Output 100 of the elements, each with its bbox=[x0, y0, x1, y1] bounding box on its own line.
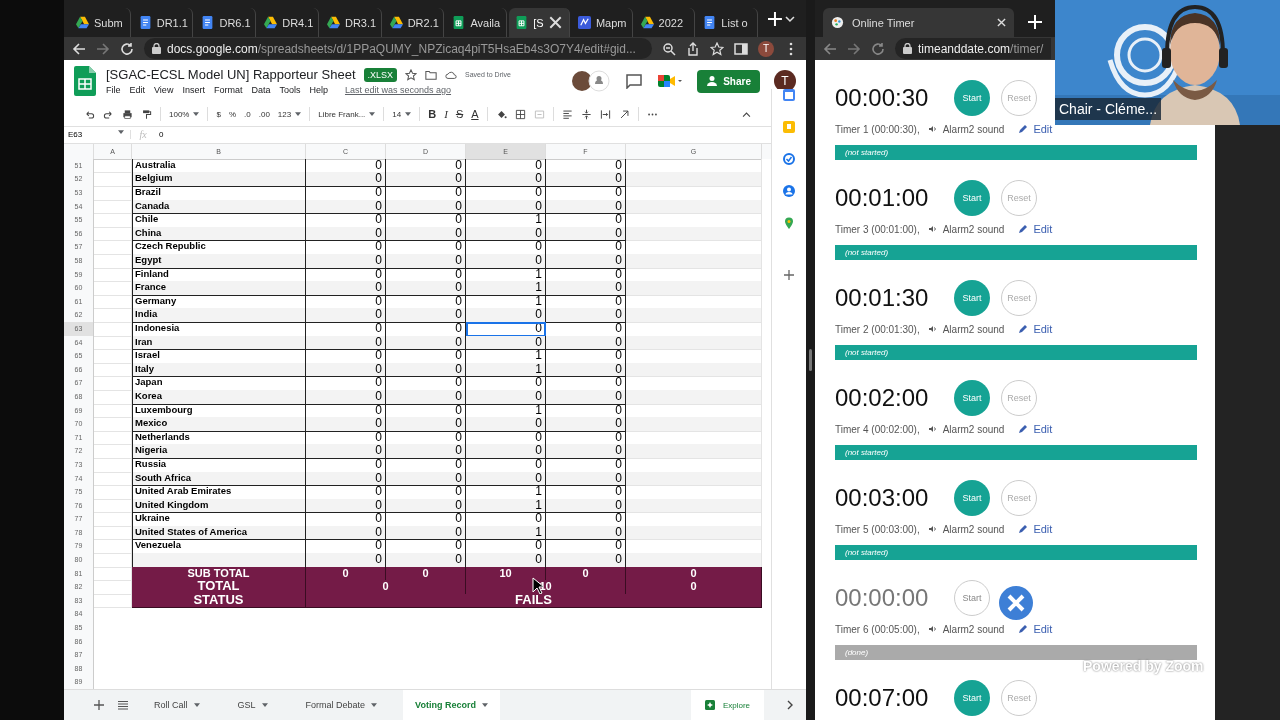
address-bar[interactable]: timeanddate.com/timer/ bbox=[895, 38, 1051, 59]
table-cell: Iran bbox=[132, 335, 306, 351]
table-cell: Egypt bbox=[132, 254, 306, 269]
menu-item[interactable]: View bbox=[154, 85, 174, 95]
add-icon[interactable] bbox=[783, 269, 795, 281]
video-call-icon[interactable] bbox=[657, 73, 684, 89]
name-box[interactable]: E63 bbox=[64, 130, 131, 140]
tab-title: List o bbox=[721, 16, 748, 29]
table-cell: 0 bbox=[546, 281, 626, 296]
share-button[interactable]: Share bbox=[697, 69, 760, 93]
chevron-right-icon[interactable] bbox=[786, 700, 794, 710]
menu-item[interactable]: Tools bbox=[279, 85, 301, 95]
last-edit-link[interactable]: Last edit was seconds ago bbox=[344, 85, 452, 95]
sheet-tab[interactable]: Roll Call bbox=[142, 690, 212, 720]
star-icon[interactable] bbox=[405, 68, 418, 81]
toolbar-dropdown[interactable]: 100% bbox=[169, 109, 200, 119]
toolbar-dropdown[interactable]: 14 bbox=[392, 109, 412, 119]
table-cell: 0 bbox=[546, 498, 626, 514]
borders-icon[interactable] bbox=[514, 108, 526, 120]
forward-icon[interactable] bbox=[96, 41, 110, 56]
contacts-icon[interactable] bbox=[783, 185, 795, 197]
table-cell: 1 bbox=[466, 525, 546, 541]
spreadsheet-icon bbox=[452, 16, 466, 29]
add-sheet-icon[interactable] bbox=[94, 700, 104, 710]
vertical-align-icon[interactable] bbox=[580, 108, 592, 120]
table-cell bbox=[94, 376, 132, 391]
table-cell: 0 bbox=[546, 525, 626, 541]
collaborators-icon[interactable] bbox=[571, 70, 612, 92]
bold-button[interactable]: B bbox=[428, 108, 437, 120]
calendar-icon[interactable] bbox=[783, 89, 795, 101]
edit-link[interactable]: Edit bbox=[1033, 423, 1053, 435]
zoom-icon[interactable] bbox=[662, 41, 676, 56]
address-bar[interactable]: docs.google.com/spreadsheets/d/1PPaQUMY_NPZicaq4piT5HsaEb4s3O7Y4/edit#gid... bbox=[144, 38, 652, 59]
toolbar-dropdown[interactable]: .00 bbox=[258, 109, 270, 119]
close-icon[interactable] bbox=[548, 16, 562, 29]
sheet-list-icon[interactable] bbox=[118, 700, 128, 710]
menu-item[interactable]: File bbox=[106, 85, 121, 95]
new-tab-icon[interactable] bbox=[1028, 15, 1042, 29]
tasks-icon[interactable] bbox=[783, 153, 795, 165]
edit-link[interactable]: Edit bbox=[1033, 223, 1053, 235]
fill-color-icon[interactable] bbox=[495, 108, 507, 120]
formula-field[interactable]: 0 bbox=[155, 130, 164, 140]
start-button[interactable]: Start bbox=[954, 580, 990, 616]
table-cell: 0 bbox=[546, 308, 626, 323]
menu-item[interactable]: Help bbox=[309, 85, 328, 95]
profile-avatar[interactable]: T bbox=[758, 40, 774, 57]
toolbar-dropdown[interactable]: % bbox=[228, 109, 237, 119]
menu-item[interactable]: Edit bbox=[129, 85, 146, 95]
toolbar-dropdown[interactable]: 123 bbox=[277, 109, 302, 119]
edit-link[interactable]: Edit bbox=[1033, 323, 1053, 335]
timer-name: Timer 3 (00:01:00), bbox=[835, 223, 920, 235]
paint-format-icon[interactable] bbox=[141, 108, 152, 120]
folder-icon[interactable] bbox=[425, 68, 438, 81]
document-title[interactable]: [SGAC-ECSL Model UN] Rapporteur Sheet bbox=[106, 67, 356, 82]
new-tab-icon[interactable] bbox=[768, 11, 782, 26]
sound-label: Alarm2 sound bbox=[942, 423, 1005, 435]
caret-icon bbox=[118, 130, 124, 135]
edit-link[interactable]: Edit bbox=[1033, 123, 1053, 135]
table-cell: 0 bbox=[386, 199, 466, 215]
comment-icon[interactable] bbox=[625, 73, 644, 89]
menu-item[interactable]: Data bbox=[251, 85, 271, 95]
forward-icon[interactable] bbox=[847, 41, 861, 56]
drive-icon bbox=[76, 16, 89, 29]
caret-icon bbox=[193, 703, 200, 707]
toolbar-dropdown[interactable]: $ bbox=[216, 109, 221, 119]
align-icon[interactable] bbox=[561, 108, 573, 120]
text-rotate-icon[interactable] bbox=[618, 108, 630, 120]
merge-cells-icon[interactable] bbox=[533, 108, 545, 120]
sheet-tab[interactable]: GSL bbox=[225, 690, 280, 720]
sheets-logo-icon[interactable] bbox=[74, 66, 96, 96]
speaker-icon bbox=[928, 425, 937, 433]
toolbar-dropdown[interactable]: .0 bbox=[244, 109, 251, 119]
map-pin-icon[interactable] bbox=[783, 217, 795, 229]
text-wrap-icon[interactable] bbox=[599, 108, 611, 120]
side-panel-icon[interactable] bbox=[734, 41, 748, 56]
menu-item[interactable]: Format bbox=[213, 85, 243, 95]
timer-name: Timer 4 (00:02:00), bbox=[835, 423, 920, 435]
edit-link[interactable]: Edit bbox=[1033, 623, 1053, 635]
sheet-tab[interactable]: Formal Debate bbox=[293, 690, 390, 720]
print-icon[interactable] bbox=[122, 108, 133, 120]
table-cell: 0 bbox=[386, 335, 466, 351]
strikethrough-button[interactable]: S bbox=[455, 108, 464, 120]
menu-item[interactable]: Insert bbox=[182, 85, 205, 95]
undo-icon[interactable] bbox=[84, 108, 95, 120]
close-icon[interactable] bbox=[997, 18, 1006, 27]
close-icon[interactable] bbox=[998, 585, 1034, 621]
browser-tab[interactable]: [S bbox=[509, 8, 570, 37]
splitter-handle[interactable] bbox=[809, 349, 812, 371]
table-cell: 0 bbox=[306, 308, 386, 323]
sheet-tab[interactable]: Voting Record bbox=[403, 690, 500, 720]
italic-button[interactable]: I bbox=[444, 108, 448, 120]
redo-icon[interactable] bbox=[103, 108, 114, 120]
explore-button[interactable]: Explore bbox=[690, 690, 764, 720]
table-cell bbox=[94, 539, 132, 555]
browser-tab[interactable]: Online Timer bbox=[823, 8, 1014, 37]
text-color-button[interactable]: A bbox=[471, 108, 479, 120]
toolbar-dropdown[interactable]: Libre Frank... bbox=[318, 109, 376, 119]
share-icon[interactable] bbox=[686, 41, 700, 56]
edit-link[interactable]: Edit bbox=[1033, 523, 1053, 535]
account-avatar[interactable]: T bbox=[774, 70, 796, 92]
